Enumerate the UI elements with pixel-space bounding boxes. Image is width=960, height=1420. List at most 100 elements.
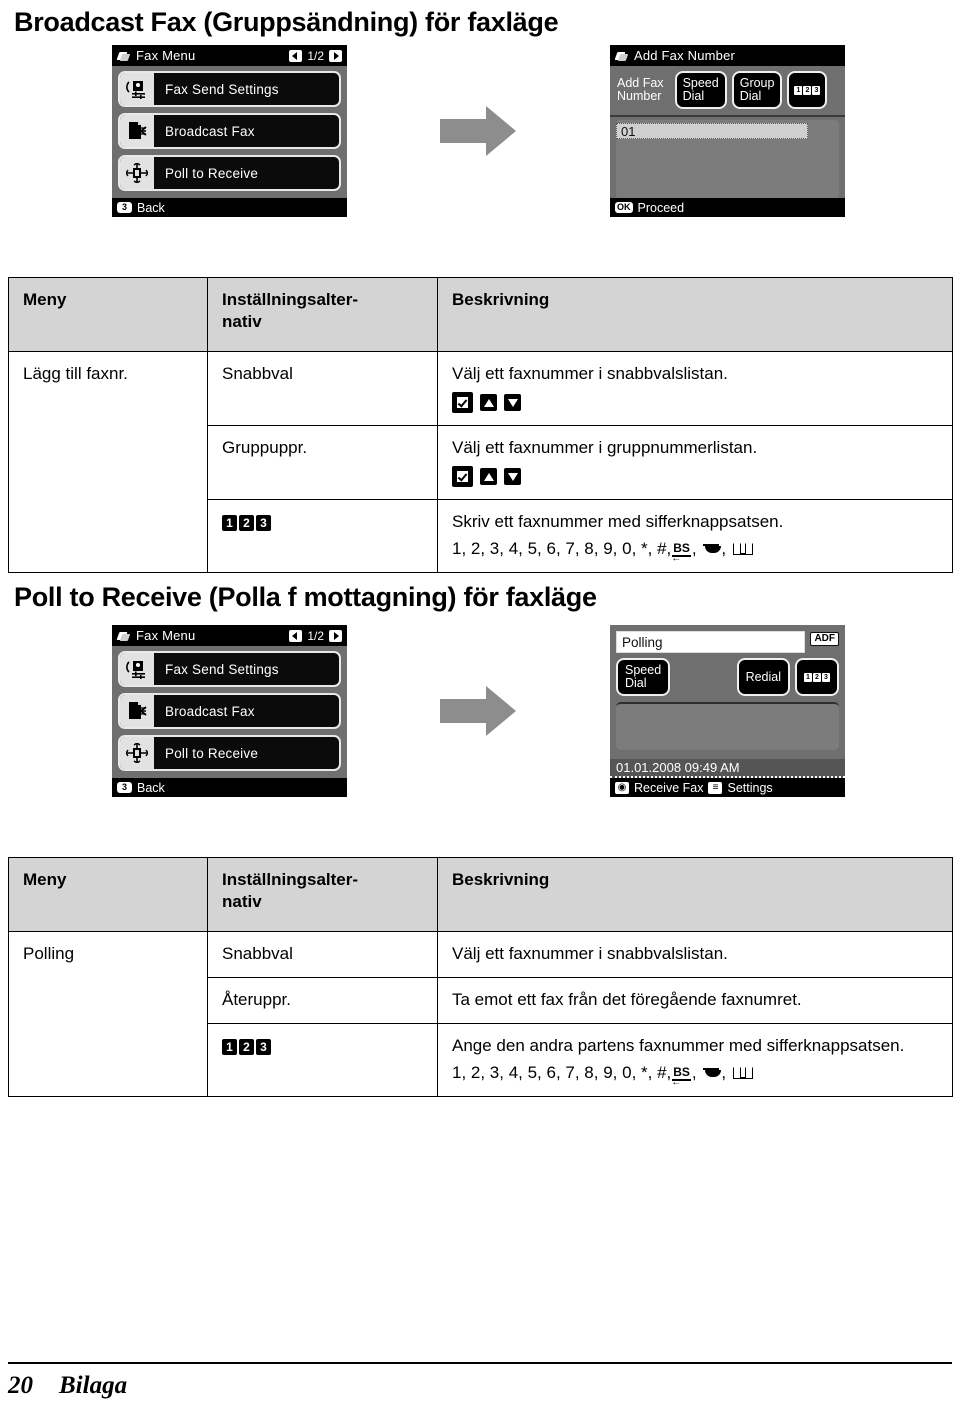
footer-label-receive-fax: Receive Fax: [634, 780, 704, 795]
lcd-title-bar: Fax Menu 1/2: [112, 625, 347, 646]
description-cell: Välj ett faxnummer i snabbvalslistan.: [437, 930, 953, 979]
adf-badge: ADF: [810, 632, 839, 646]
up-arrow-key-icon: [480, 468, 497, 486]
divider: [610, 115, 845, 118]
lcd-title: Fax Menu: [136, 48, 196, 63]
lcd-footer-label: Proceed: [637, 200, 685, 215]
comma: ,: [721, 539, 731, 559]
keypad-123-icon: 123: [222, 1039, 271, 1056]
back-key-icon: 3: [117, 202, 132, 213]
comma: ,: [691, 1063, 702, 1083]
column-header-beskrivning: Beskrivning: [437, 277, 953, 352]
menu-item-label: Broadcast Fax: [165, 703, 255, 719]
redial-button[interactable]: Redial: [736, 658, 790, 697]
up-arrow-key-icon: [480, 394, 497, 412]
footer-label-settings: Settings: [727, 780, 773, 795]
digit-key-text: 1, 2, 3, 4, 5, 6, 7, 8, 9, 0, *, #,: [452, 539, 672, 559]
menu-item-broadcast-fax[interactable]: Broadcast Fax: [118, 693, 341, 729]
menu-item-poll-to-receive[interactable]: Poll to Receive: [118, 735, 341, 771]
polling-blank-area: [616, 702, 839, 751]
lcd-screenshot-polling-standby: Polling ADF Speed Dial Redial 123 01.01.…: [610, 625, 845, 797]
section-heading-broadcast-fax: Broadcast Fax (Gruppsändning) för faxläg…: [14, 7, 559, 37]
poll-to-receive-icon: [120, 157, 154, 189]
description-cell: Välj ett faxnummer i gruppnummerlistan.: [437, 425, 953, 501]
lcd-screenshot-add-fax-number: Add Fax Number Add Fax Number Speed Dial…: [610, 45, 845, 217]
lcd-title-bar: Add Fax Number: [610, 45, 845, 66]
menu-item-fax-send-settings[interactable]: Fax Send Settings: [118, 651, 341, 687]
menu-icon: ≡: [708, 781, 723, 794]
speed-dial-button[interactable]: Speed Dial: [616, 658, 671, 697]
fax-menu-icon: [117, 51, 131, 61]
lcd-title: Fax Menu: [136, 628, 196, 643]
right-triangle-icon: [329, 629, 342, 642]
chapter-name: Bilaga: [59, 1372, 128, 1399]
tile-keypad[interactable]: 123: [787, 71, 828, 110]
fax-send-settings-icon: [120, 653, 154, 685]
menu-cell: Lägg till faxnr.: [8, 350, 208, 574]
keypad-button[interactable]: 123: [795, 658, 839, 697]
lcd-footer: 3 Back: [112, 778, 347, 797]
column-header-beskrivning: Beskrivning: [437, 857, 953, 932]
comma: ,: [691, 539, 702, 559]
poll-to-receive-icon: [120, 737, 154, 769]
table-row: Polling Snabbval Välj ett faxnummer i sn…: [8, 930, 953, 1098]
fax-number-list: 01: [616, 120, 839, 200]
lcd-screenshot-fax-menu: Fax Menu 1/2 Fax Send Settings Broadcast…: [112, 625, 347, 797]
keypad-123-icon: 123: [222, 515, 271, 532]
lcd-screenshot-fax-menu: Fax Menu 1/2 Fax Send Settings Broadcast…: [112, 45, 347, 217]
description-text: Skriv ett faxnummer med sifferknappsatse…: [452, 512, 784, 532]
fax-number-entry[interactable]: 01: [616, 123, 808, 140]
column-header-meny: Meny: [8, 857, 208, 932]
digit-key-text: 1, 2, 3, 4, 5, 6, 7, 8, 9, 0, *, #,: [452, 1063, 672, 1083]
lcd-menu-list: Fax Send Settings Broadcast Fax Poll to …: [112, 646, 347, 771]
option-cell-keypad: 123: [207, 1023, 438, 1098]
tile-group-dial[interactable]: Group Dial: [731, 71, 783, 110]
menu-cell: Polling: [8, 930, 208, 1098]
pause-key-icon: [732, 543, 753, 556]
description-cell: Ta emot ett fax från det föregående faxn…: [437, 977, 953, 1025]
comma: ,: [721, 1063, 731, 1083]
broadcast-fax-icon: [120, 695, 154, 727]
menu-item-broadcast-fax[interactable]: Broadcast Fax: [118, 113, 341, 149]
menu-item-label: Broadcast Fax: [165, 123, 255, 139]
figure-broadcast-fax: Fax Menu 1/2 Fax Send Settings Broadcast…: [0, 45, 960, 225]
right-arrow-icon: [440, 103, 520, 159]
menu-item-label: Fax Send Settings: [165, 81, 279, 97]
settings-table-broadcast-fax: Meny Inställningsalter- nativ Beskrivnin…: [8, 277, 953, 574]
keypad-123-icon: 123: [804, 672, 830, 682]
page-footer: 20 Bilaga: [8, 1362, 952, 1400]
back-key-icon: 3: [117, 782, 132, 793]
polling-button-row: Speed Dial Redial 123: [610, 653, 845, 702]
hook-key-icon: [703, 1067, 722, 1079]
right-triangle-icon: [329, 49, 342, 62]
column-header-meny: Meny: [8, 277, 208, 352]
settings-table-poll-to-receive: Meny Inställningsalter- nativ Beskrivnin…: [8, 857, 953, 1098]
description-cell: Välj ett faxnummer i snabbvalslistan.: [437, 350, 953, 427]
digit-key-list: 1, 2, 3, 4, 5, 6, 7, 8, 9, 0, *, #, BS ,…: [452, 1062, 938, 1088]
lcd-title: Add Fax Number: [634, 48, 736, 63]
backspace-key-icon: BS: [671, 541, 691, 564]
right-arrow-icon: [440, 683, 520, 739]
pause-key-icon: [732, 1067, 753, 1080]
option-cell-keypad: 123: [207, 499, 438, 574]
figure-poll-to-receive: Fax Menu 1/2 Fax Send Settings Broadcast…: [0, 625, 960, 805]
menu-item-poll-to-receive[interactable]: Poll to Receive: [118, 155, 341, 191]
menu-item-fax-send-settings[interactable]: Fax Send Settings: [118, 71, 341, 107]
menu-item-label: Poll to Receive: [165, 745, 259, 761]
broadcast-fax-icon: [120, 115, 154, 147]
add-fax-number-tile-row: Add Fax Number Speed Dial Group Dial 123: [610, 66, 845, 116]
down-arrow-key-icon: [504, 468, 521, 486]
lcd-menu-list: Fax Send Settings Broadcast Fax Poll to …: [112, 66, 347, 191]
option-cell: Snabbval: [207, 930, 438, 979]
tile-add-fax-number: Add Fax Number: [617, 76, 664, 104]
ok-key-icon: OK: [615, 202, 633, 213]
column-header-installningsalternativ: Inställningsalter- nativ: [207, 277, 438, 352]
left-triangle-icon: [289, 629, 303, 642]
start-icon: ◉: [615, 781, 629, 794]
check-key-icon: [452, 392, 473, 414]
tile-speed-dial[interactable]: Speed Dial: [674, 71, 727, 110]
description-text: Välj ett faxnummer i snabbvalslistan.: [452, 364, 728, 383]
digit-key-list: 1, 2, 3, 4, 5, 6, 7, 8, 9, 0, *, #, BS ,…: [452, 538, 938, 564]
page-number: 20: [8, 1372, 33, 1399]
description-cell: Ange den andra partens faxnummer med sif…: [437, 1023, 953, 1098]
